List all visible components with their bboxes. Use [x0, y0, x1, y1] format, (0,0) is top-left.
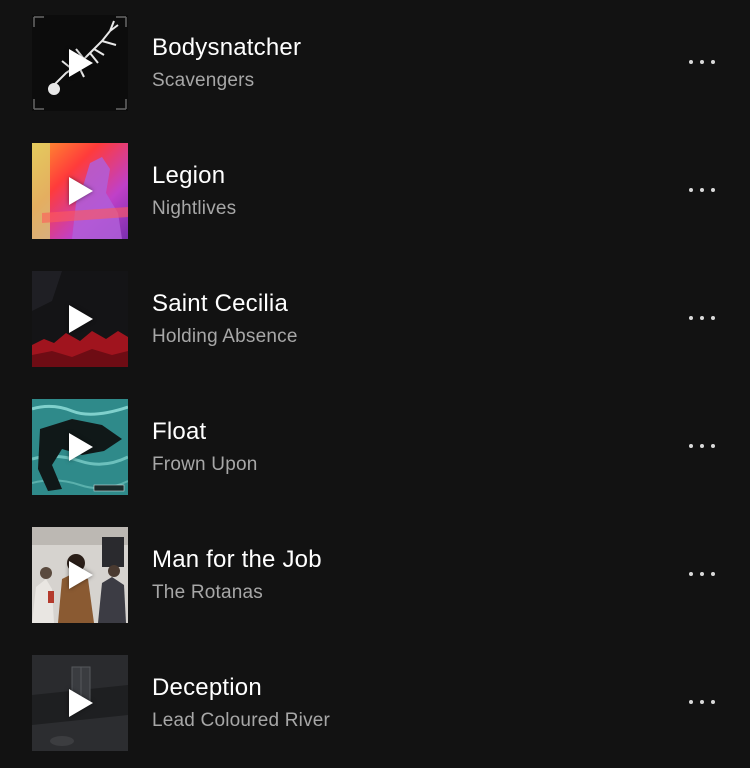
track-artist[interactable]: Lead Coloured River [152, 710, 330, 732]
album-art[interactable] [32, 143, 128, 239]
play-icon[interactable] [69, 689, 93, 717]
track-list: Bodysnatcher Scavengers Legion Nightlive… [0, 0, 750, 751]
track-title[interactable]: Bodysnatcher [152, 34, 301, 62]
album-art[interactable] [32, 15, 128, 111]
track-title[interactable]: Legion [152, 162, 225, 190]
more-options-icon[interactable] [682, 438, 722, 454]
track-row[interactable]: Saint Cecilia Holding Absence [0, 256, 750, 384]
track-row[interactable]: Man for the Job The Rotanas [0, 512, 750, 640]
play-icon[interactable] [69, 433, 93, 461]
track-row[interactable]: Legion Nightlives [0, 128, 750, 256]
track-artist[interactable]: Nightlives [152, 198, 236, 220]
album-art[interactable] [32, 271, 128, 367]
more-options-icon[interactable] [682, 566, 722, 582]
play-icon[interactable] [69, 305, 93, 333]
play-icon[interactable] [69, 49, 93, 77]
more-options-icon[interactable] [682, 182, 722, 198]
more-options-icon[interactable] [682, 310, 722, 326]
track-title[interactable]: Deception [152, 674, 262, 702]
track-title[interactable]: Man for the Job [152, 546, 322, 574]
album-art[interactable] [32, 655, 128, 751]
album-art[interactable] [32, 527, 128, 623]
play-icon[interactable] [69, 561, 93, 589]
track-artist[interactable]: Frown Upon [152, 454, 258, 476]
track-title[interactable]: Saint Cecilia [152, 290, 288, 318]
more-options-icon[interactable] [682, 694, 722, 710]
track-row[interactable]: Bodysnatcher Scavengers [0, 0, 750, 128]
track-artist[interactable]: Scavengers [152, 70, 254, 92]
track-row[interactable]: Float Frown Upon [0, 384, 750, 512]
track-artist[interactable]: Holding Absence [152, 326, 298, 348]
track-title[interactable]: Float [152, 418, 206, 446]
album-art[interactable] [32, 399, 128, 495]
more-options-icon[interactable] [682, 54, 722, 70]
play-icon[interactable] [69, 177, 93, 205]
track-artist[interactable]: The Rotanas [152, 582, 263, 604]
